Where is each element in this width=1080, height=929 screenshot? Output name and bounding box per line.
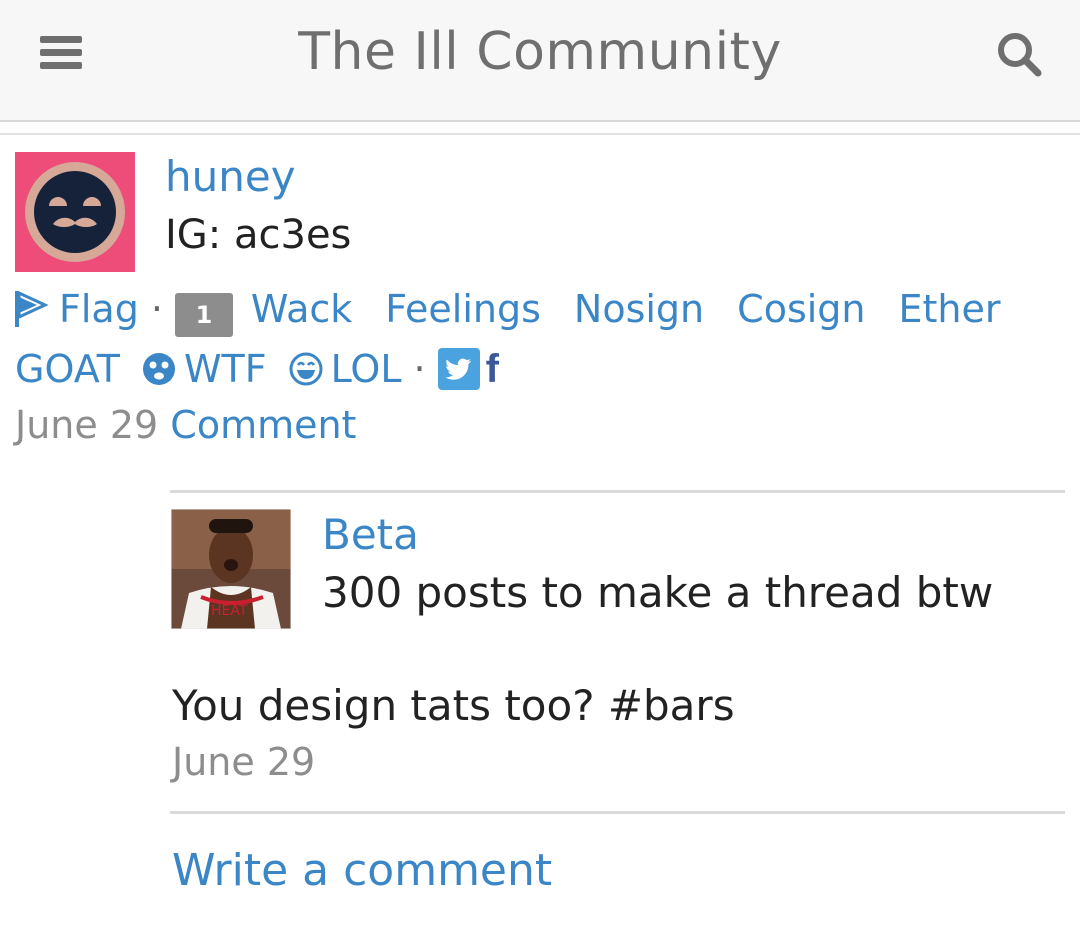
reaction-feelings[interactable]: Feelings	[385, 287, 541, 331]
wtf-face-icon	[142, 353, 175, 385]
reaction-count-badge: 1	[174, 293, 233, 337]
comment-link[interactable]: Comment	[170, 403, 356, 447]
post-username[interactable]: huney	[165, 152, 296, 201]
post-actions-row: Flag · 1 Wack Feelings Nosign Cosign Eth…	[15, 283, 1001, 337]
twitter-share-icon[interactable]	[437, 348, 480, 390]
jersey-text: HEAT	[211, 603, 248, 619]
separator: ·	[413, 347, 426, 391]
separator: ·	[150, 287, 163, 331]
mustache-avatar-icon	[25, 162, 125, 262]
reaction-wtf[interactable]: WTF	[184, 347, 267, 391]
reaction-cosign[interactable]: Cosign	[737, 287, 865, 331]
header-divider	[0, 133, 1080, 135]
reply-body: You design tats too? #bars	[172, 681, 735, 730]
flag-link[interactable]: Flag	[59, 287, 139, 331]
search-icon[interactable]	[995, 30, 1043, 78]
reply-avatar[interactable]: HEAT	[171, 509, 291, 629]
write-comment-link[interactable]: Write a comment	[172, 845, 552, 896]
facebook-share-icon[interactable]: f	[486, 347, 499, 392]
reply-divider-bottom	[170, 811, 1065, 814]
post-actions-row-2: GOAT WTF LOL · f	[15, 343, 499, 395]
reaction-goat[interactable]: GOAT	[15, 347, 120, 391]
reply-date: June 29	[172, 740, 316, 784]
post-meta: June 29 Comment	[15, 403, 356, 447]
player-photo-avatar: HEAT	[171, 509, 291, 629]
post-date: June 29	[15, 403, 159, 447]
reply-divider-top	[170, 490, 1065, 493]
reply-username[interactable]: Beta	[322, 510, 419, 559]
reaction-lol[interactable]: LOL	[331, 347, 402, 391]
hamburger-menu-icon[interactable]	[40, 34, 82, 70]
post-user-subtitle: IG: ac3es	[165, 212, 352, 258]
lol-face-icon	[289, 352, 323, 386]
reaction-wack[interactable]: Wack	[251, 287, 352, 331]
reaction-ether[interactable]: Ether	[899, 287, 1001, 331]
flag-icon[interactable]	[15, 291, 49, 327]
user-avatar[interactable]	[15, 152, 135, 272]
reply-user-subtitle: 300 posts to make a thread btw	[322, 568, 994, 617]
top-bar	[0, 0, 1080, 122]
reaction-nosign[interactable]: Nosign	[574, 287, 704, 331]
